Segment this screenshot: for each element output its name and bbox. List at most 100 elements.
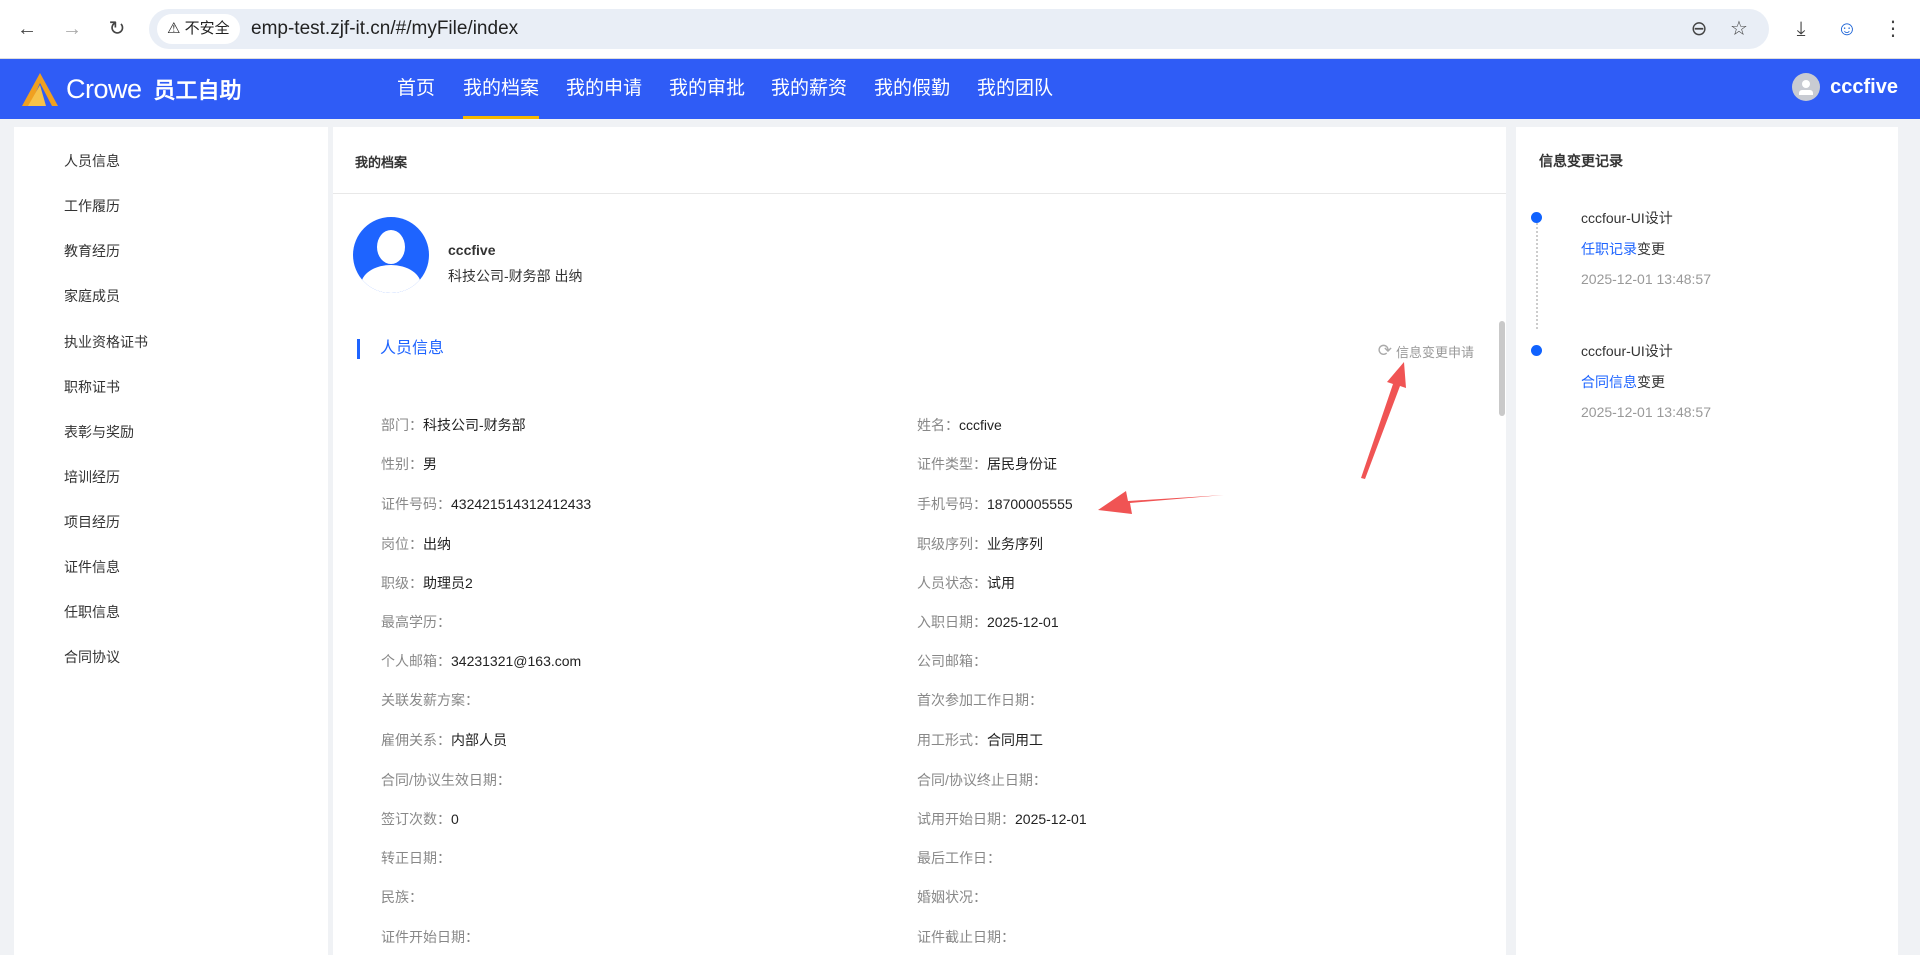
sidebar-item-personal-info[interactable]: 人员信息 [64, 151, 120, 171]
nav-my-applications[interactable]: 我的申请 [566, 59, 642, 119]
field-label: 首次参加工作日期： [917, 692, 1043, 708]
url-text[interactable]: emp-test.zjf-it.cn/#/myFile/index [251, 9, 518, 49]
field-right: 试用开始日期：2025-12-01 [917, 809, 1087, 829]
user-name: cccfive [1830, 75, 1898, 98]
timeline-dot [1531, 345, 1542, 356]
star-icon[interactable]: ☆ [1724, 14, 1754, 44]
field-left: 证件号码：432421514312412433 [381, 494, 591, 514]
field-label: 入职日期： [917, 614, 987, 630]
field-label: 签订次数： [381, 811, 451, 827]
field-label: 公司邮箱： [917, 653, 987, 669]
nav-my-salary[interactable]: 我的薪资 [771, 59, 847, 119]
field-left: 关联发薪方案： [381, 690, 479, 710]
field-value: 合同用工 [987, 732, 1043, 748]
security-indicator[interactable]: ⚠ 不安全 [157, 14, 240, 44]
field-label: 部门： [381, 417, 423, 433]
field-label: 关联发薪方案： [381, 692, 479, 708]
reload-icon[interactable]: ↻ [102, 14, 132, 44]
address-bar[interactable]: ⚠ 不安全 emp-test.zjf-it.cn/#/myFile/index … [149, 9, 1769, 49]
field-value: 2025-12-01 [1015, 811, 1087, 827]
field-value: 出纳 [423, 536, 451, 552]
sidebar-item-documents[interactable]: 证件信息 [64, 557, 120, 577]
log-suffix: 变更 [1637, 374, 1665, 390]
nav-my-leave[interactable]: 我的假勤 [874, 59, 950, 119]
field-label: 证件类型： [917, 456, 987, 472]
field-label: 民族： [381, 889, 423, 905]
change-log-panel: 信息变更记录 cccfour-UI设计 任职记录变更 2025-12-01 13… [1516, 127, 1898, 955]
nav-my-approvals[interactable]: 我的审批 [669, 59, 745, 119]
field-right: 婚姻状况： [917, 887, 987, 907]
log-time: 2025-12-01 13:48:57 [1581, 271, 1711, 287]
timeline-line [1536, 223, 1538, 329]
sidebar-item-awards[interactable]: 表彰与奖励 [64, 422, 134, 442]
field-value: 0 [451, 811, 459, 827]
nav-home[interactable]: 首页 [397, 59, 435, 119]
nav-my-file[interactable]: 我的档案 [463, 59, 540, 119]
field-left: 部门：科技公司-财务部 [381, 415, 526, 435]
field-label: 职级： [381, 575, 423, 591]
field-value: 业务序列 [987, 536, 1043, 552]
field-right: 入职日期：2025-12-01 [917, 612, 1059, 632]
field-value: 居民身份证 [987, 456, 1057, 472]
field-label: 试用开始日期： [917, 811, 1015, 827]
profile-name: cccfive [448, 242, 496, 258]
sidebar-item-projects[interactable]: 项目经历 [64, 512, 120, 532]
field-label: 个人邮箱： [381, 653, 451, 669]
app-header: Crowe 员工自助 首页 我的档案 我的申请 我的审批 我的薪资 我的假勤 我… [0, 59, 1920, 119]
field-left: 最高学历： [381, 612, 451, 632]
user-menu[interactable]: cccfive [1792, 73, 1898, 101]
sidebar-item-qualification[interactable]: 执业资格证书 [64, 332, 148, 352]
log-link[interactable]: 合同信息 [1581, 374, 1637, 390]
log-change: 合同信息变更 [1581, 372, 1665, 392]
download-icon[interactable]: ⤓ [1786, 14, 1816, 44]
field-label: 最高学历： [381, 614, 451, 630]
app-name: 员工自助 [153, 78, 242, 103]
zoom-out-icon[interactable]: ⊖ [1684, 14, 1714, 44]
field-left: 证件开始日期： [381, 927, 479, 947]
info-change-request-button[interactable]: ⟳ 信息变更申请 [1378, 341, 1474, 361]
logo[interactable]: Crowe 员工自助 [20, 71, 242, 107]
field-value: 18700005555 [987, 496, 1073, 512]
sidebar: 人员信息 工作履历 教育经历 家庭成员 执业资格证书 职称证书 表彰与奖励 培训… [14, 127, 328, 955]
field-label: 最后工作日： [917, 850, 1001, 866]
browser-toolbar: ← → ↻ ⚠ 不安全 emp-test.zjf-it.cn/#/myFile/… [0, 0, 1920, 59]
forward-icon[interactable]: → [57, 14, 87, 44]
field-right: 人员状态：试用 [917, 573, 1015, 593]
scrollbar[interactable] [1499, 321, 1505, 416]
page-title: 我的档案 [355, 155, 408, 170]
field-label: 婚姻状况： [917, 889, 987, 905]
field-value: 432421514312412433 [451, 496, 592, 512]
sidebar-item-training[interactable]: 培训经历 [64, 467, 120, 487]
sidebar-item-family[interactable]: 家庭成员 [64, 286, 120, 306]
divider [333, 193, 1506, 194]
log-link[interactable]: 任职记录 [1581, 241, 1637, 257]
field-left: 合同/协议生效日期： [381, 770, 511, 790]
field-right: 合同/协议终止日期： [917, 770, 1047, 790]
field-value: 助理员2 [423, 575, 473, 591]
field-left: 民族： [381, 887, 423, 907]
field-label: 人员状态： [917, 575, 987, 591]
field-left: 签订次数：0 [381, 809, 459, 829]
field-left: 转正日期： [381, 848, 451, 868]
field-label: 职级序列： [917, 536, 987, 552]
change-log-title: 信息变更记录 [1539, 153, 1623, 169]
sidebar-item-education[interactable]: 教育经历 [64, 241, 120, 261]
nav-my-team[interactable]: 我的团队 [977, 59, 1053, 119]
field-right: 最后工作日： [917, 848, 1001, 868]
sidebar-item-contracts[interactable]: 合同协议 [64, 647, 120, 667]
sidebar-item-title-cert[interactable]: 职称证书 [64, 377, 120, 397]
profile-icon[interactable]: ☺ [1832, 14, 1862, 44]
back-icon[interactable]: ← [12, 14, 42, 44]
field-right: 公司邮箱： [917, 651, 987, 671]
profile-avatar-icon [353, 217, 429, 293]
sidebar-item-positions[interactable]: 任职信息 [64, 602, 120, 622]
warning-icon: ⚠ [167, 20, 185, 37]
field-right: 用工形式：合同用工 [917, 730, 1043, 750]
timeline-dot [1531, 212, 1542, 223]
menu-icon[interactable]: ⋮ [1878, 14, 1908, 44]
field-value: 内部人员 [451, 732, 507, 748]
field-right: 手机号码：18700005555 [917, 494, 1073, 514]
sidebar-item-work-history[interactable]: 工作履历 [64, 196, 120, 216]
field-right: 姓名：cccfive [917, 415, 1002, 435]
field-left: 岗位：出纳 [381, 534, 451, 554]
